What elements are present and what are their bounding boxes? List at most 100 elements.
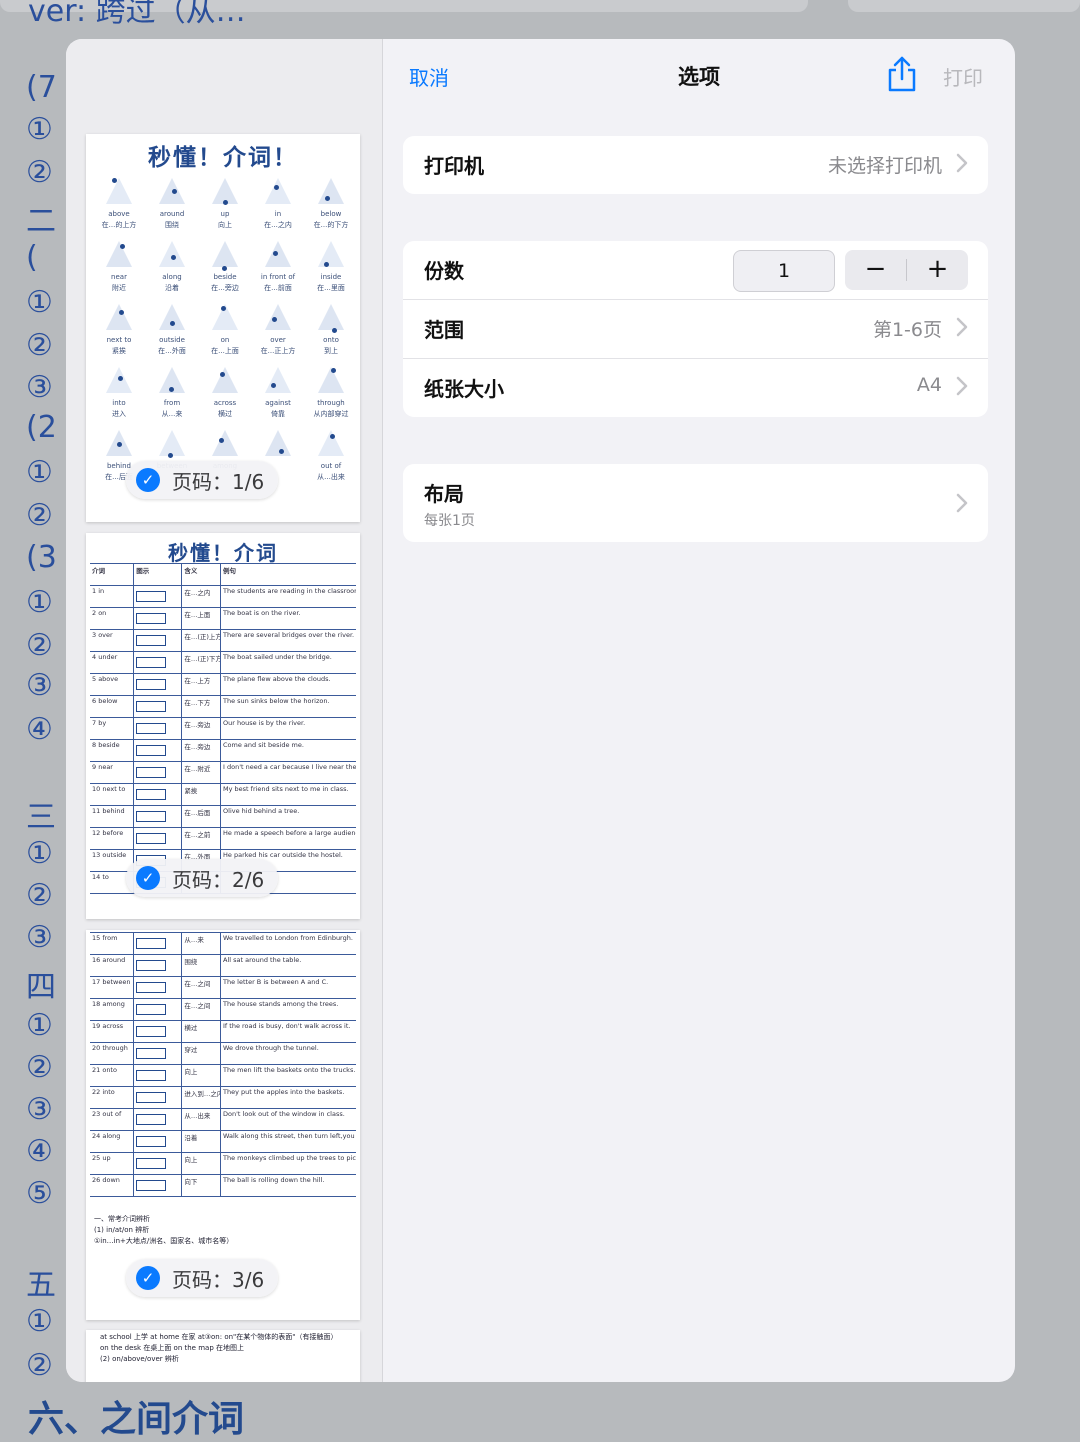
range-row[interactable]: 范围 第1-6页 xyxy=(403,300,988,359)
copies-count-field[interactable]: 1 xyxy=(733,250,835,292)
background-marker: 四 xyxy=(26,970,56,1005)
printer-value: 未选择打印机 xyxy=(827,155,942,177)
position-dot-icon xyxy=(220,372,225,377)
diagram-box-icon xyxy=(136,1180,167,1191)
table-cell: 10 next to xyxy=(90,784,135,805)
position-dot-icon xyxy=(332,328,337,333)
preposition-label: on xyxy=(220,336,230,344)
table-row: 15 from 从…来 We travelled to London from Ed… xyxy=(90,933,356,955)
table-cell: 横过 xyxy=(182,1021,222,1042)
diagram-cell xyxy=(134,1065,183,1086)
position-dot-icon xyxy=(273,251,278,256)
table-cell: 23 out of xyxy=(90,1109,135,1130)
preposition-label: onto xyxy=(323,336,339,344)
preposition-meaning: 到上 xyxy=(324,347,338,355)
diagram-cell xyxy=(134,1153,183,1174)
position-dot-icon xyxy=(112,178,117,183)
preposition-meaning: 在...旁边 xyxy=(211,284,239,292)
preposition-label: across xyxy=(213,399,237,407)
paper-size-value: A4 xyxy=(916,374,942,396)
table-cell: The plane flew above the clouds. xyxy=(223,675,331,683)
cone-illustration-icon xyxy=(265,430,291,456)
printer-row[interactable]: 打印机 未选择打印机 xyxy=(403,136,988,194)
table-row: 4 under 在…(正)下方 The boat sailed under the … xyxy=(90,652,356,674)
page-thumbnail-4[interactable]: at school 上学 at home 在家 at③on: on"在某个物体的… xyxy=(86,1330,360,1382)
table-cell: 在…之内 xyxy=(182,586,222,607)
diagram-box-icon xyxy=(136,1048,167,1059)
range-label: 范围 xyxy=(424,318,464,342)
diagram-box-icon xyxy=(136,635,167,646)
diagram-box-icon xyxy=(136,1004,167,1015)
diagram-cell: 图示 xyxy=(134,564,183,585)
cone-illustration-icon xyxy=(212,430,238,456)
background-marker: ② xyxy=(26,878,53,913)
background-marker: 二 xyxy=(26,204,56,239)
table-cell: Don't look out of the window in class. xyxy=(223,1110,345,1118)
diagram-cell xyxy=(134,718,183,739)
note-line: on the desk 在桌上面 on the map 在地图上 xyxy=(100,1344,244,1352)
printer-group: 打印机 未选择打印机 xyxy=(403,136,988,194)
print-button[interactable]: 打印 xyxy=(943,62,983,91)
table-cell: 在…下方 xyxy=(182,696,222,717)
preposition-meaning: 在...外面 xyxy=(158,347,186,355)
preposition-meaning: 在...上面 xyxy=(211,347,239,355)
options-pane: 取消 选项 打印 打印机 未选择打印机 份数 1 − + 范围 第1-6页 纸张… xyxy=(383,39,1015,1382)
table-cell: 在…之间 xyxy=(182,977,222,998)
diagram-box-icon xyxy=(136,701,167,712)
cone-illustration-icon xyxy=(106,304,132,330)
diagram-cell xyxy=(134,977,183,998)
page-badge-3[interactable]: ✓ 页码：3/6 xyxy=(126,1259,278,1297)
preposition-label: near xyxy=(111,273,127,281)
preposition-meaning: 倚靠 xyxy=(271,410,285,418)
table-row: 26 down 向下 The ball is rolling down the hi… xyxy=(90,1175,356,1197)
table-cell: Walk along this street, then turn left,y… xyxy=(223,1132,356,1140)
checkmark-icon: ✓ xyxy=(136,866,160,890)
page-badge-1[interactable]: ✓ 页码：1/6 xyxy=(126,461,278,499)
background-top-text: ver: 跨过（从… xyxy=(28,0,246,29)
increment-button[interactable]: + xyxy=(907,250,968,290)
background-marker: ① xyxy=(26,585,53,620)
table-cell: We travelled to London from Edinburgh. xyxy=(223,934,353,942)
preposition-label: inside xyxy=(320,273,342,281)
table-cell: 11 behind xyxy=(90,806,135,827)
preposition-meaning: 从内部穿过 xyxy=(313,410,349,418)
preposition-table: 介词 图示 含义 例句 1 in 在…之内 The students are reading… xyxy=(90,563,356,894)
background-marker: ① xyxy=(26,1008,53,1043)
table-row: 2 on 在…上面 The boat is on the river. xyxy=(90,608,356,630)
table-cell: 在…旁边 xyxy=(182,740,222,761)
layout-row[interactable]: 布局 每张1页 xyxy=(403,464,988,542)
table-cell: 含义 xyxy=(182,564,222,585)
share-icon[interactable] xyxy=(885,55,919,93)
layout-subtitle: 每张1页 xyxy=(424,513,475,529)
table-cell: 向下 xyxy=(182,1175,222,1196)
page-preview-list[interactable]: 秒懂！介词！ above 在...的上方 around 围绕 up 向上 in 在...之内 b… xyxy=(66,39,383,1382)
diagram-cell xyxy=(134,608,183,629)
table-cell: The men lift the baskets onto the trucks… xyxy=(223,1066,356,1074)
diagram-cell xyxy=(134,630,183,651)
diagram-cell xyxy=(134,806,183,827)
table-row: 7 by 在…旁边 Our house is by the river. xyxy=(90,718,356,740)
page-badge-2[interactable]: ✓ 页码：2/6 xyxy=(126,859,278,897)
page-notes: at school 上学 at home 在家 at③on: on"在某个物体的… xyxy=(100,1332,337,1365)
background-marker: ② xyxy=(26,1348,53,1383)
background-marker: ② xyxy=(26,155,53,190)
background-marker: (2 xyxy=(26,410,57,445)
diagram-box-icon xyxy=(136,811,167,822)
paper-size-row[interactable]: 纸张大小 A4 xyxy=(403,359,988,417)
preposition-label: out of xyxy=(320,462,342,470)
preposition-label: up xyxy=(220,210,230,218)
table-row: 22 into 进入到…之内 They put the apples into th… xyxy=(90,1087,356,1109)
table-row: 20 through 穿过 We drove through the tunnel. xyxy=(90,1043,356,1065)
table-cell: 26 down xyxy=(90,1175,135,1196)
table-cell: My best friend sits next to me in class. xyxy=(223,785,349,793)
decrement-button[interactable]: − xyxy=(845,250,906,290)
background-marker: ① xyxy=(26,836,53,871)
preposition-meaning: 在...之内 xyxy=(264,221,292,229)
diagram-cell xyxy=(134,674,183,695)
chevron-right-icon xyxy=(956,493,968,513)
cone-illustration-icon xyxy=(318,178,344,204)
table-cell: 例句 xyxy=(223,567,237,575)
checkmark-icon: ✓ xyxy=(136,1266,160,1290)
table-cell: 24 along xyxy=(90,1131,135,1152)
table-cell: 9 near xyxy=(90,762,135,783)
